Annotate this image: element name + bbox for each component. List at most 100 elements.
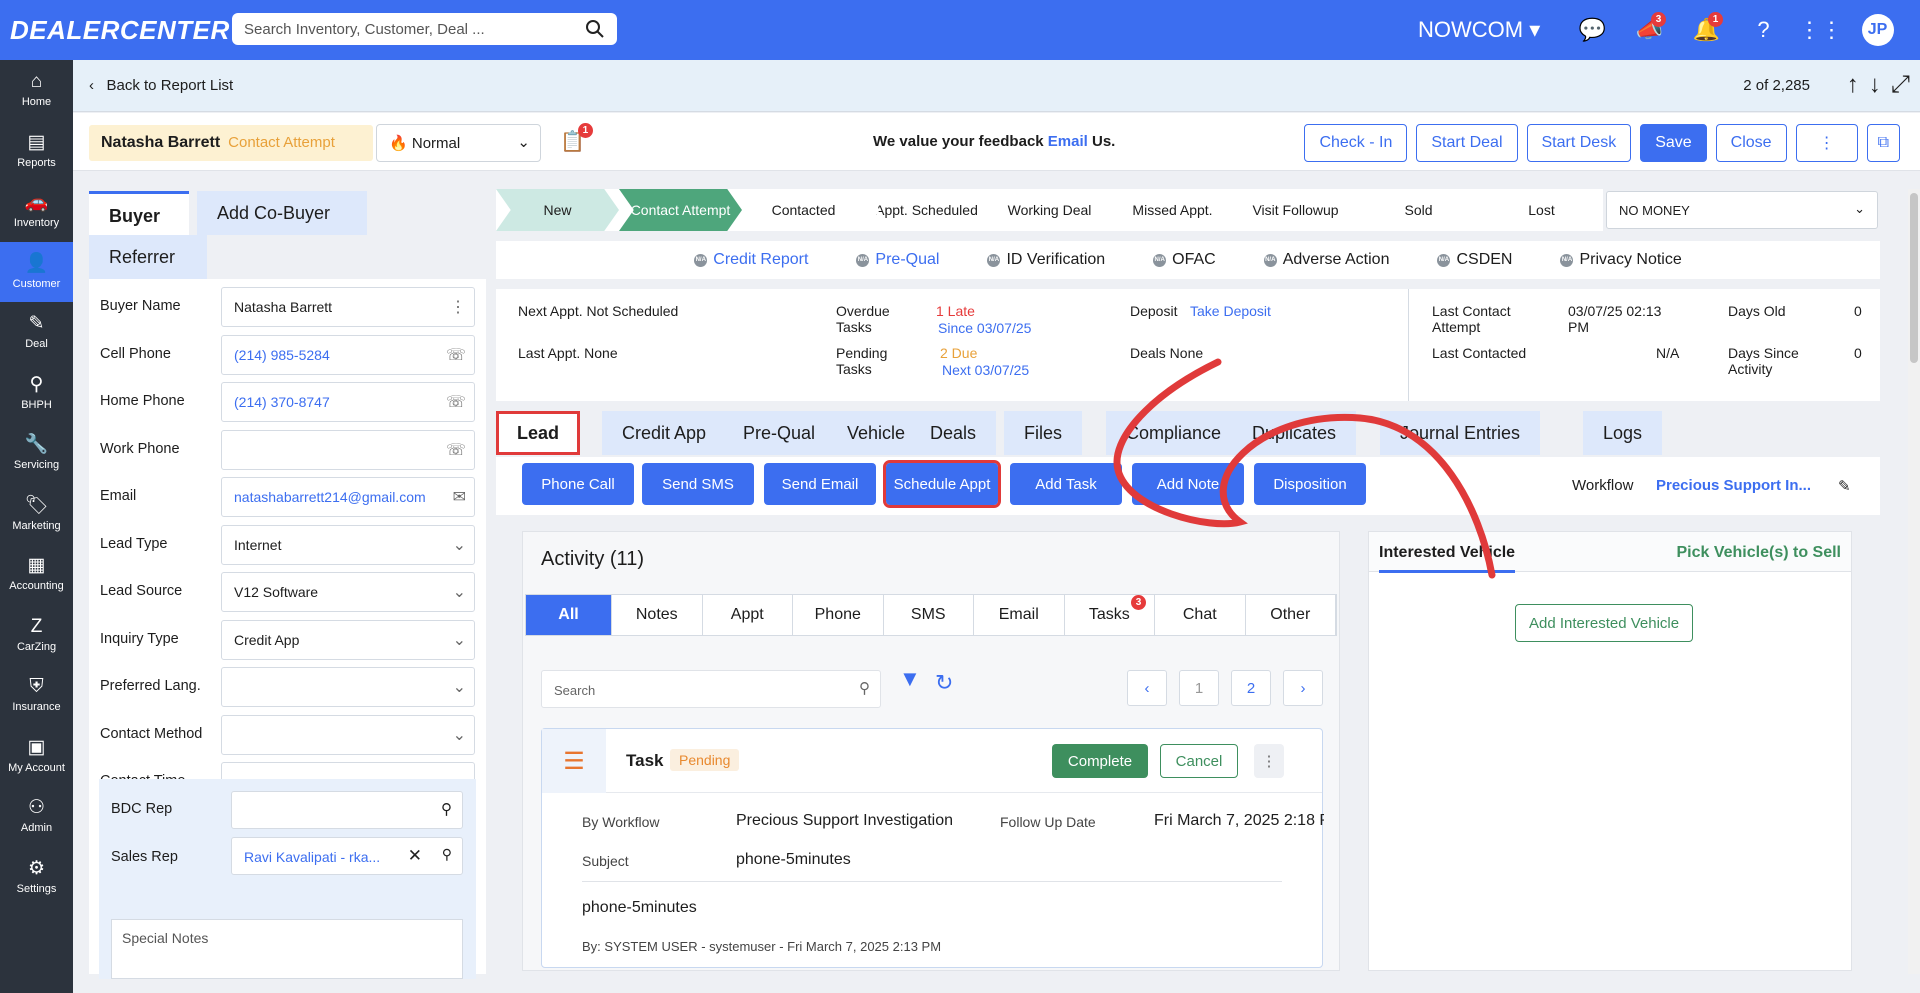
cell-phone-field[interactable]: (214) 985-5284 ☏	[221, 334, 475, 375]
interested-vehicle-title[interactable]: Interested Vehicle	[1379, 544, 1516, 573]
pick-vehicle-link[interactable]: Pick Vehicle(s) to Sell	[1676, 544, 1841, 562]
phone-call-button[interactable]: Phone Call	[522, 463, 634, 505]
add-interested-vehicle-button[interactable]: Add Interested Vehicle	[1515, 604, 1694, 642]
preferred-lang-field[interactable]: ⌄	[221, 667, 475, 707]
start-desk-button[interactable]: Start Desk	[1526, 124, 1632, 162]
page-1-button[interactable]: 1	[1179, 670, 1219, 706]
megaphone-icon[interactable]: 📣 3	[1621, 12, 1678, 48]
check-csden[interactable]: N/A CSDEN	[1437, 251, 1512, 269]
pipeline-stage[interactable]: Contact Attempt	[619, 189, 742, 231]
sidebar-item-deal[interactable]: ✎ Deal	[0, 302, 73, 363]
tab-files[interactable]: Files	[1004, 411, 1083, 455]
page-2-button[interactable]: 2	[1231, 670, 1271, 706]
tab-buyer[interactable]: Buyer	[89, 191, 189, 235]
contact-method-field[interactable]: ⌄	[221, 714, 475, 755]
bdc-rep-input[interactable]: ⚲	[231, 791, 463, 829]
phone-icon[interactable]: ☏	[446, 345, 466, 365]
external-link-button[interactable]: ⧉	[1866, 124, 1900, 162]
tab-logs[interactable]: Logs	[1583, 411, 1663, 455]
tab-deals[interactable]: Deals	[910, 411, 997, 455]
filter-phone[interactable]: Phone	[793, 595, 884, 635]
more-icon[interactable]: ⋮	[450, 297, 466, 317]
search-icon[interactable]: ⚲	[442, 846, 452, 863]
pipeline-stage[interactable]: Lost	[1480, 189, 1603, 231]
tab-referrer[interactable]: Referrer	[89, 235, 207, 279]
add-note-button[interactable]: Add Note	[1132, 463, 1244, 505]
sidebar-item-settings[interactable]: ⚙ Settings	[0, 847, 73, 908]
search-icon[interactable]: ⚲	[441, 800, 452, 818]
tab-lead[interactable]: Lead	[496, 411, 581, 455]
tab-credit-app[interactable]: Credit App	[602, 411, 727, 455]
filter-all[interactable]: All	[526, 595, 613, 635]
app-logo[interactable]: DEALERCENTER	[10, 15, 230, 46]
sidebar-item-carzing[interactable]: Z CarZing	[0, 605, 73, 666]
phone-icon[interactable]: ☏	[446, 440, 466, 460]
workflow-link[interactable]: Precious Support In...	[1656, 477, 1811, 494]
bell-icon[interactable]: 🔔 1	[1678, 12, 1735, 48]
prev-page-button[interactable]: ‹	[1127, 670, 1167, 706]
sidebar-item-admin[interactable]: ⚇ Admin	[0, 786, 73, 847]
start-deal-button[interactable]: Start Deal	[1416, 124, 1518, 162]
check-id-verification[interactable]: N/A ID Verification	[987, 251, 1105, 269]
tab-add-co-buyer[interactable]: Add Co-Buyer	[197, 191, 367, 235]
check-adverse-action[interactable]: N/A Adverse Action	[1263, 251, 1389, 269]
tab-duplicates[interactable]: Duplicates	[1232, 411, 1357, 455]
pipeline-stage[interactable]: Missed Appt.	[1111, 189, 1234, 231]
sidebar-item-inventory[interactable]: 🚗 Inventory	[0, 181, 73, 242]
apps-grid-icon[interactable]: ⋮⋮	[1792, 12, 1849, 48]
schedule-appt-button[interactable]: Schedule Appt	[883, 460, 1001, 508]
send-email-button[interactable]: Send Email	[764, 463, 876, 505]
sidebar-item-home[interactable]: ⌂ Home	[0, 60, 73, 121]
filter-notes[interactable]: Notes	[612, 595, 703, 635]
add-task-button[interactable]: Add Task	[1010, 463, 1122, 505]
check-in-button[interactable]: Check - In	[1304, 124, 1408, 162]
help-icon[interactable]: ?	[1735, 12, 1792, 48]
page-scrollbar[interactable]	[1908, 189, 1920, 974]
take-deposit-link[interactable]: Take Deposit	[1190, 303, 1271, 319]
send-sms-button[interactable]: Send SMS	[642, 463, 754, 505]
tab-journal-entries[interactable]: Journal Entries	[1380, 411, 1541, 455]
inquiry-type-field[interactable]: Credit App ⌄	[221, 619, 475, 660]
pipeline-stage[interactable]: Contacted	[742, 189, 865, 231]
chevron-down-icon[interactable]: ⌄	[453, 630, 466, 650]
pending-next-link[interactable]: Next 03/07/25	[942, 362, 1029, 378]
chevron-down-icon[interactable]: ⌄	[453, 582, 466, 602]
save-button[interactable]: Save	[1640, 124, 1707, 162]
chat-icon[interactable]: 💬	[1564, 12, 1621, 48]
lead-type-field[interactable]: Internet ⌄	[221, 524, 475, 565]
home-phone-field[interactable]: (214) 370-8747 ☏	[221, 382, 475, 422]
email-field[interactable]: natashabarrett214@gmail.com ✉	[221, 477, 475, 517]
sidebar-item-accounting[interactable]: ▦ Accounting	[0, 544, 73, 605]
global-search-input[interactable]: Search Inventory, Customer, Deal ...	[232, 13, 617, 45]
complete-button[interactable]: Complete	[1052, 744, 1148, 778]
filter-appt[interactable]: Appt	[703, 595, 794, 635]
pipeline-stage[interactable]: Visit Followup	[1234, 189, 1357, 231]
pipeline-stage[interactable]: Sold	[1357, 189, 1480, 231]
back-to-report-link[interactable]: ‹ Back to Report List	[89, 77, 233, 94]
sidebar-item-servicing[interactable]: 🔧 Servicing	[0, 423, 73, 484]
filter-sms[interactable]: SMS	[884, 595, 975, 635]
work-phone-field[interactable]: ☏	[221, 429, 475, 470]
overdue-since-link[interactable]: Since 03/07/25	[938, 320, 1031, 336]
check-credit-report[interactable]: N/A Credit Report	[694, 251, 808, 269]
disposition-button[interactable]: Disposition	[1254, 463, 1366, 505]
sidebar-item-customer[interactable]: 👤 Customer	[0, 241, 73, 302]
sidebar-item-marketing[interactable]: 🏷 Marketing	[0, 484, 73, 545]
avatar[interactable]: JP	[1861, 14, 1894, 46]
chevron-down-icon[interactable]: ⌄	[453, 535, 466, 555]
search-icon[interactable]: ⚲	[859, 679, 870, 697]
filter-email[interactable]: Email	[974, 595, 1065, 635]
buyer-name-field[interactable]: Natasha Barrett ⋮	[221, 287, 475, 327]
task-more-button[interactable]: ⋮	[1254, 744, 1284, 778]
search-icon[interactable]	[585, 19, 605, 43]
organization-dropdown[interactable]: NOWCOM ▾	[1418, 17, 1540, 43]
sidebar-item-insurance[interactable]: ⛨ Insurance	[0, 665, 73, 726]
tab-pre-qual[interactable]: Pre-Qual	[723, 411, 836, 455]
feedback-email-link[interactable]: Email	[1048, 133, 1088, 150]
filter-tasks[interactable]: Tasks 3	[1065, 595, 1156, 635]
money-status-select[interactable]: NO MONEY ⌄	[1606, 191, 1878, 229]
expand-icon[interactable]: ⤢	[1891, 71, 1910, 99]
tab-compliance[interactable]: Compliance	[1106, 411, 1242, 455]
priority-select[interactable]: 🔥 Normal ⌄	[376, 124, 541, 162]
pipeline-stage[interactable]: New	[496, 189, 619, 231]
